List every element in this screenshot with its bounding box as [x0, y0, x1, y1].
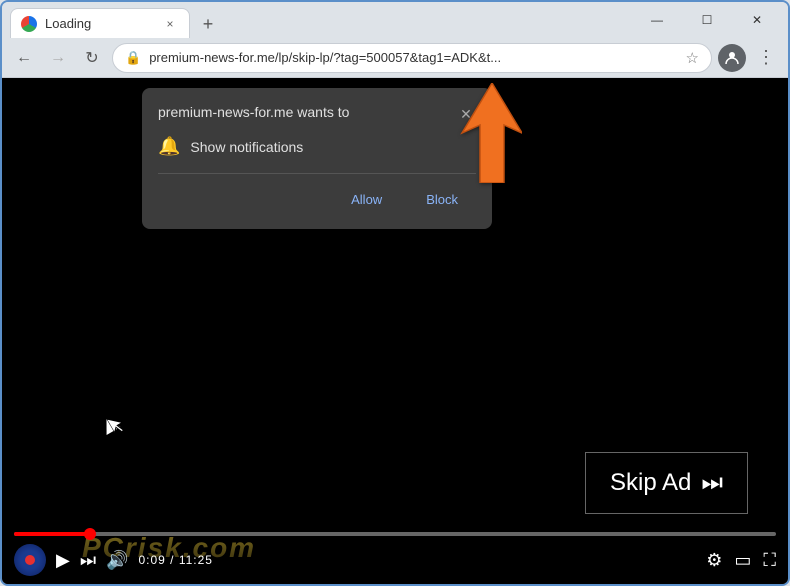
tab-area: Loading × +: [10, 2, 630, 38]
new-tab-button[interactable]: +: [194, 10, 222, 38]
mouse-cursor: [100, 415, 121, 435]
skip-ad-icon: ⏭: [701, 469, 723, 497]
fullscreen-button[interactable]: ⛶: [763, 550, 776, 571]
refresh-button[interactable]: ↻: [78, 44, 106, 72]
progress-bar[interactable]: [14, 532, 776, 536]
play-button[interactable]: ▶: [56, 550, 70, 571]
popup-header: premium-news-for.me wants to ✕: [158, 104, 476, 124]
channel-logo: [14, 544, 46, 576]
bell-icon: 🔔: [158, 136, 180, 157]
back-button[interactable]: ←: [10, 44, 38, 72]
time-separator: /: [170, 553, 179, 567]
title-bar: Loading × + — ☐ ✕: [2, 2, 788, 38]
progress-dot: [84, 528, 96, 540]
popup-notification-text: Show notifications: [190, 139, 303, 155]
time-total: 11:25: [179, 553, 213, 567]
bookmark-star-icon[interactable]: ☆: [686, 49, 699, 67]
volume-button[interactable]: 🔊: [106, 550, 128, 571]
skip-ad-label: Skip Ad: [610, 469, 691, 497]
lock-icon: 🔒: [125, 50, 141, 66]
controls-row: ▶ ⏭ 🔊 0:09 / 11:25 ⚙ ▭ ⛶: [14, 544, 776, 576]
tab-close-button[interactable]: ×: [161, 15, 179, 33]
forward-button[interactable]: →: [44, 44, 72, 72]
maximize-button[interactable]: ☐: [684, 4, 730, 36]
popup-site-name: premium-news-for.me wants to: [158, 104, 448, 120]
time-current: 0:09: [138, 553, 165, 567]
minimize-button[interactable]: —: [634, 4, 680, 36]
notification-popup: premium-news-for.me wants to ✕ 🔔 Show no…: [142, 88, 492, 229]
orange-arrow: [442, 83, 522, 188]
browser-menu-button[interactable]: ⋮: [752, 44, 780, 72]
navigation-bar: ← → ↻ 🔒 premium-news-for.me/lp/skip-lp/?…: [2, 38, 788, 78]
popup-actions: Allow Block: [158, 173, 476, 213]
window-controls: — ☐ ✕: [634, 4, 780, 36]
tab-favicon: [21, 16, 37, 32]
time-display: 0:09 / 11:25: [138, 553, 213, 567]
page-content: premium-news-for.me wants to ✕ 🔔 Show no…: [2, 78, 788, 584]
url-text: premium-news-for.me/lp/skip-lp/?tag=5000…: [149, 50, 677, 65]
right-controls: ⚙ ▭ ⛶: [706, 550, 776, 571]
next-button[interactable]: ⏭: [80, 550, 96, 571]
block-button[interactable]: Block: [408, 186, 476, 213]
video-controls: ▶ ⏭ 🔊 0:09 / 11:25 ⚙ ▭ ⛶: [2, 520, 788, 584]
profile-button[interactable]: [718, 44, 746, 72]
theater-button[interactable]: ▭: [734, 550, 751, 571]
allow-button[interactable]: Allow: [333, 186, 400, 213]
progress-fill: [14, 532, 90, 536]
close-button[interactable]: ✕: [734, 4, 780, 36]
address-bar[interactable]: 🔒 premium-news-for.me/lp/skip-lp/?tag=50…: [112, 43, 712, 73]
popup-notification-row: 🔔 Show notifications: [158, 136, 476, 157]
browser-window: Loading × + — ☐ ✕ ← → ↻ 🔒 premium-news-f…: [0, 0, 790, 586]
tab-title: Loading: [45, 16, 153, 31]
settings-button[interactable]: ⚙: [706, 550, 722, 571]
skip-ad-button[interactable]: Skip Ad ⏭: [585, 452, 748, 514]
active-tab[interactable]: Loading ×: [10, 8, 190, 38]
